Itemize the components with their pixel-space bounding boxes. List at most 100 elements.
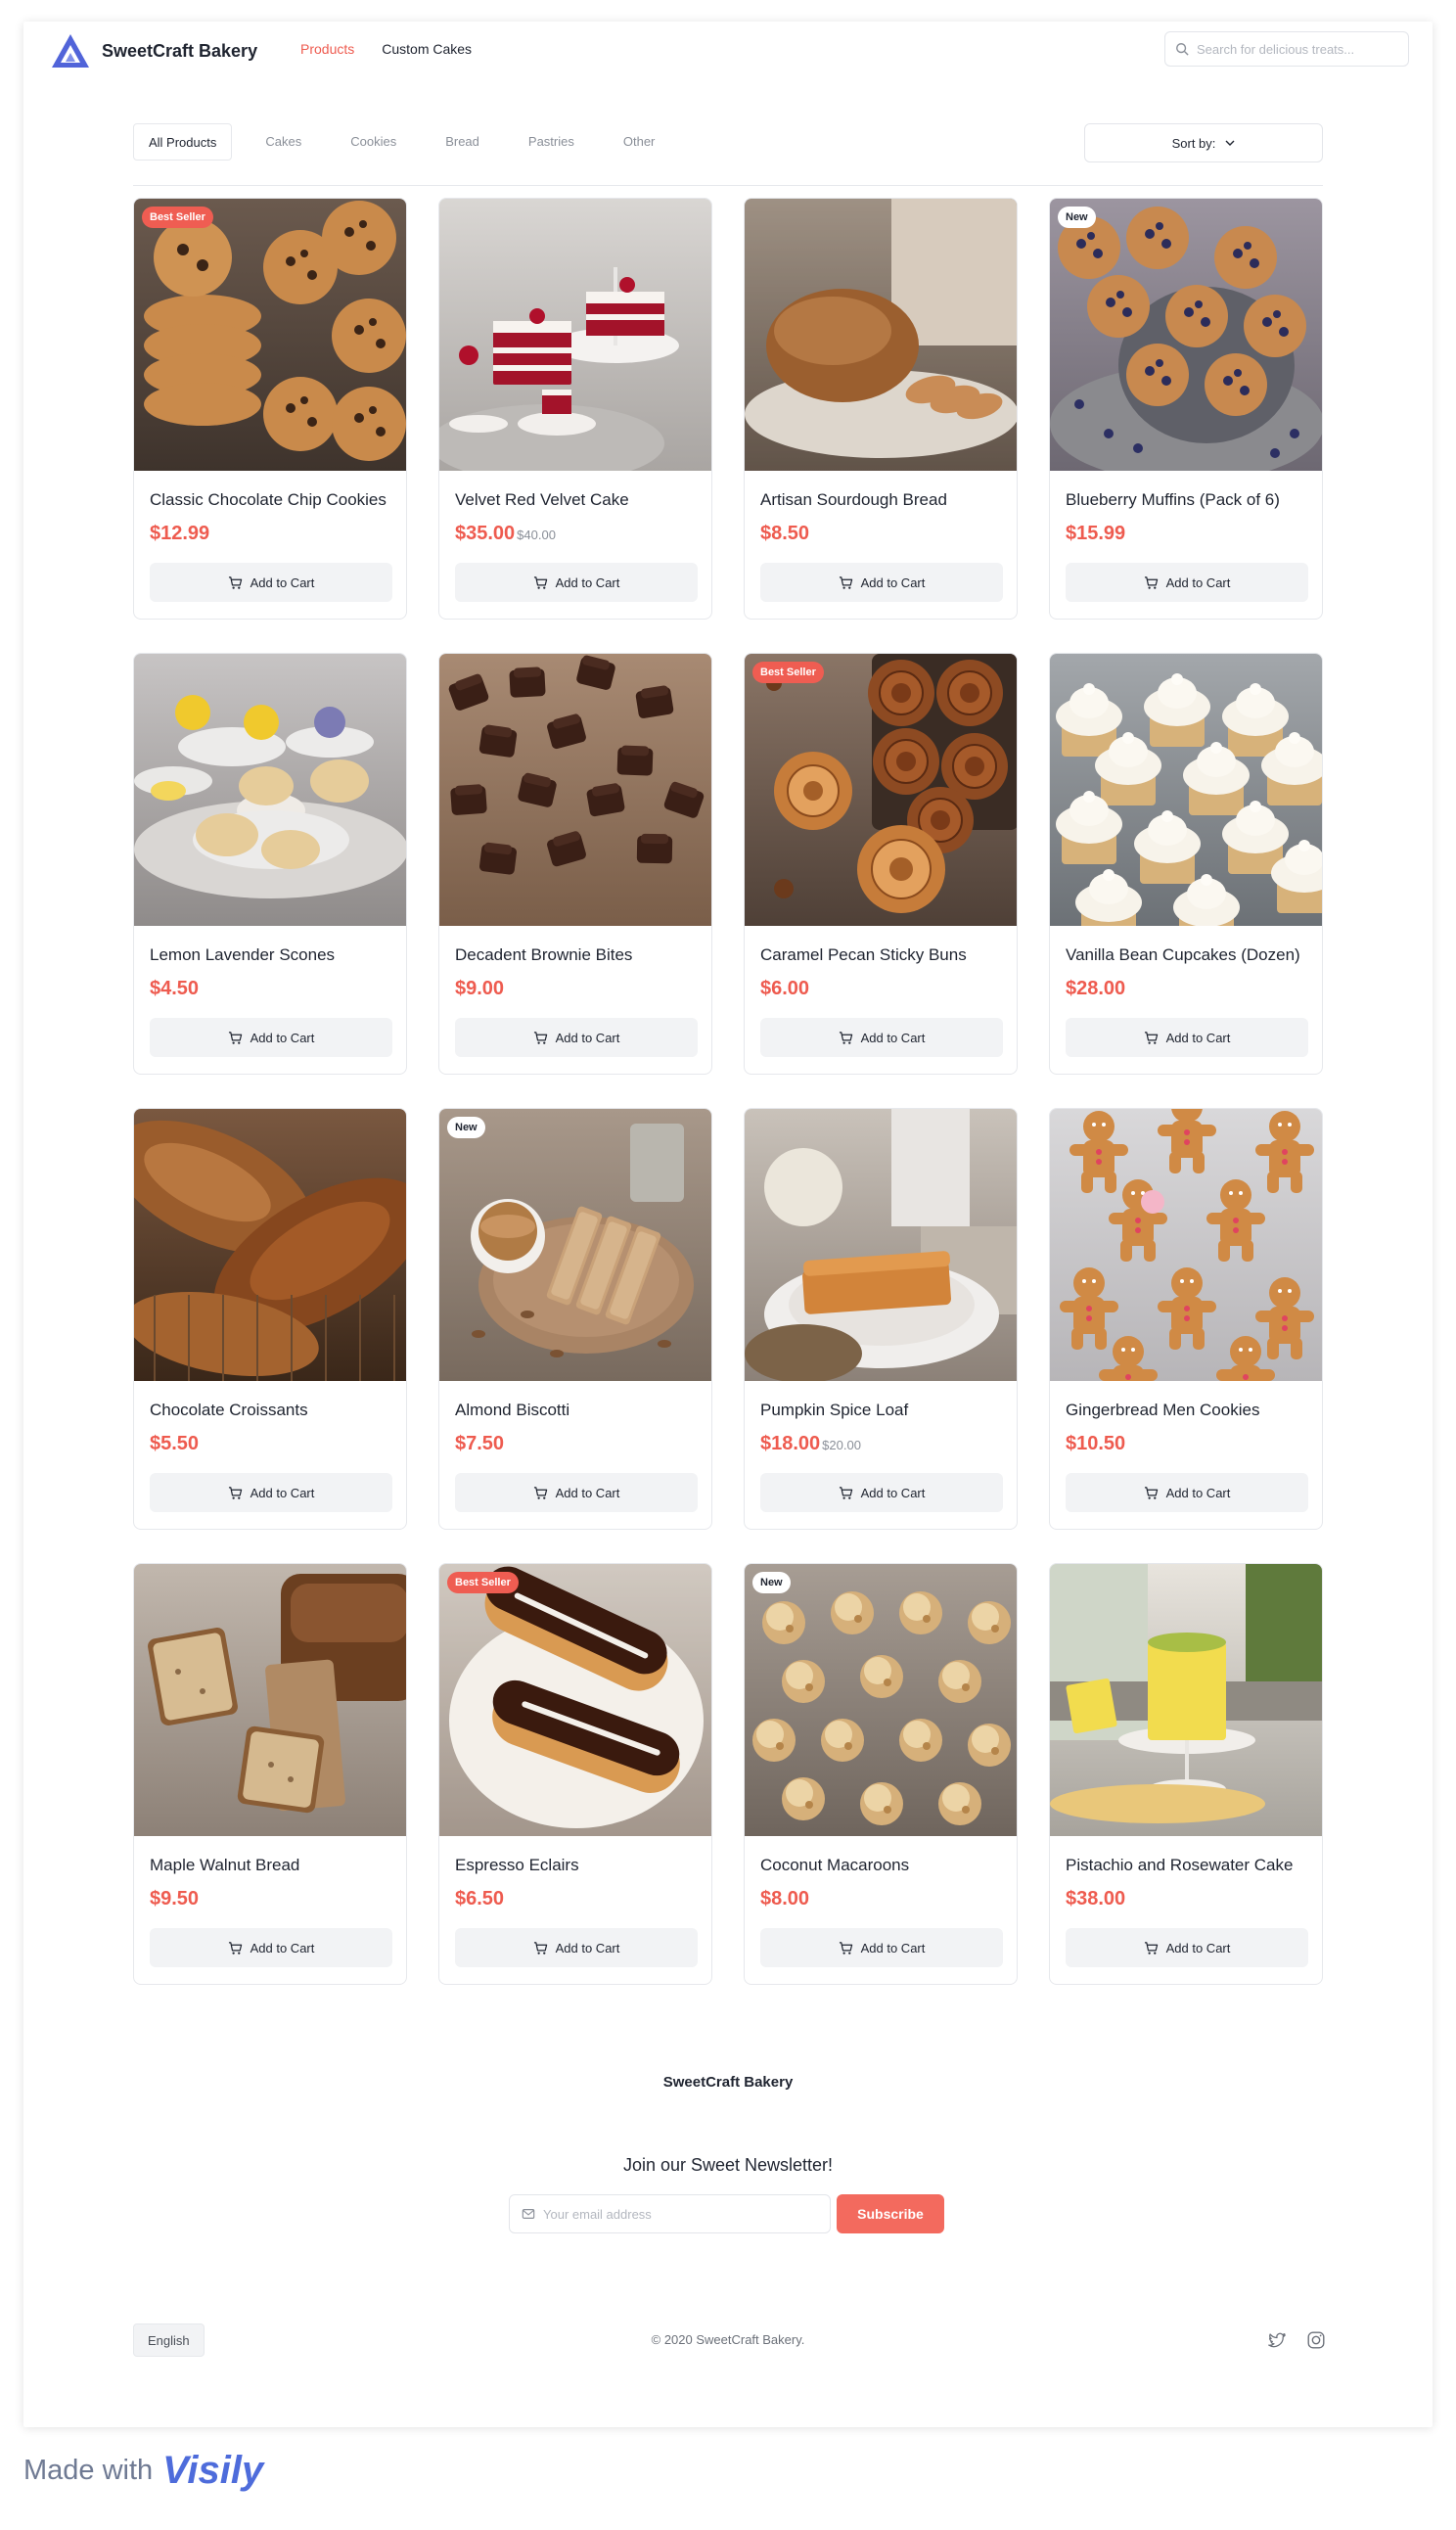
nav-products[interactable]: Products xyxy=(300,41,354,57)
product-card[interactable]: Pistachio and Rosewater Cake $38.00 Add to… xyxy=(1049,1563,1323,1985)
product-name[interactable]: Chocolate Croissants xyxy=(150,1401,392,1420)
nav-custom-cakes[interactable]: Custom Cakes xyxy=(382,41,472,57)
product-card[interactable]: New Coconut Macaroons $8.00 Add to Cart xyxy=(744,1563,1018,1985)
add-to-cart-button[interactable]: Add to Cart xyxy=(1066,1928,1308,1967)
product-name[interactable]: Espresso Eclairs xyxy=(455,1856,698,1875)
product-image[interactable] xyxy=(134,1564,406,1836)
add-to-cart-button[interactable]: Add to Cart xyxy=(150,1018,392,1057)
add-to-cart-button[interactable]: Add to Cart xyxy=(1066,563,1308,602)
cart-icon xyxy=(839,1941,852,1955)
product-image[interactable]: New xyxy=(745,1564,1017,1836)
add-to-cart-button[interactable]: Add to Cart xyxy=(760,1928,1003,1967)
biscotti-image xyxy=(439,1109,711,1381)
cart-icon xyxy=(533,575,547,589)
product-name[interactable]: Blueberry Muffins (Pack of 6) xyxy=(1066,490,1308,510)
search-box[interactable] xyxy=(1164,31,1409,67)
product-image[interactable] xyxy=(439,199,711,471)
add-to-cart-button[interactable]: Add to Cart xyxy=(760,1018,1003,1057)
product-name[interactable]: Decadent Brownie Bites xyxy=(455,945,698,965)
product-image[interactable] xyxy=(1050,654,1322,926)
tab-cakes[interactable]: Cakes xyxy=(250,123,317,161)
product-price: $5.50 xyxy=(150,1433,200,1454)
product-name[interactable]: Pistachio and Rosewater Cake xyxy=(1066,1856,1308,1875)
cart-icon xyxy=(228,1031,242,1044)
tab-cookies[interactable]: Cookies xyxy=(335,123,412,161)
product-card[interactable]: Maple Walnut Bread $9.50 Add to Cart xyxy=(133,1563,407,1985)
product-card[interactable]: Velvet Red Velvet Cake $35.00 $40.00 Add to… xyxy=(438,198,712,620)
email-input[interactable] xyxy=(543,2206,817,2222)
product-card[interactable]: Vanilla Bean Cupcakes (Dozen) $28.00 Add t… xyxy=(1049,653,1323,1075)
subscribe-button[interactable]: Subscribe xyxy=(837,2194,944,2233)
product-card[interactable]: Chocolate Croissants $5.50 Add to Cart xyxy=(133,1108,407,1530)
product-card[interactable]: Best Seller Caramel Pecan Sticky Buns $6.0… xyxy=(744,653,1018,1075)
price-row: $35.00 $40.00 xyxy=(455,523,556,545)
product-card[interactable]: New Almond Biscotti $7.50 Add to Cart xyxy=(438,1108,712,1530)
product-image[interactable] xyxy=(439,654,711,926)
product-price: $35.00 xyxy=(455,523,516,544)
product-image[interactable] xyxy=(745,199,1017,471)
product-name[interactable]: Classic Chocolate Chip Cookies xyxy=(150,490,392,510)
cart-icon xyxy=(1144,575,1158,589)
cart-icon xyxy=(839,1031,852,1044)
product-image[interactable] xyxy=(1050,1109,1322,1381)
product-image[interactable]: Best Seller xyxy=(745,654,1017,926)
product-card[interactable]: Pumpkin Spice Loaf $18.00 $20.00 Add to Car… xyxy=(744,1108,1018,1530)
add-to-cart-button[interactable]: Add to Cart xyxy=(1066,1473,1308,1512)
sort-dropdown[interactable]: Sort by: xyxy=(1084,123,1323,162)
search-input[interactable] xyxy=(1197,41,1392,57)
twitter-icon[interactable] xyxy=(1266,2329,1288,2351)
product-image[interactable]: New xyxy=(439,1109,711,1381)
product-name[interactable]: Gingerbread Men Cookies xyxy=(1066,1401,1308,1420)
product-name[interactable]: Artisan Sourdough Bread xyxy=(760,490,1003,510)
add-to-cart-button[interactable]: Add to Cart xyxy=(455,1018,698,1057)
price-row: $8.50 xyxy=(760,523,809,545)
add-to-cart-button[interactable]: Add to Cart xyxy=(455,563,698,602)
add-to-cart-label: Add to Cart xyxy=(860,575,926,590)
product-image[interactable] xyxy=(134,1109,406,1381)
walnut-bread-image xyxy=(134,1564,406,1836)
cart-icon xyxy=(1144,1941,1158,1955)
add-to-cart-button[interactable]: Add to Cart xyxy=(455,1473,698,1512)
product-name[interactable]: Maple Walnut Bread xyxy=(150,1856,392,1875)
add-to-cart-button[interactable]: Add to Cart xyxy=(760,563,1003,602)
tab-all-products[interactable]: All Products xyxy=(133,123,233,161)
product-card[interactable]: Best Seller Espresso Eclairs $6.50 Add to C… xyxy=(438,1563,712,1985)
add-to-cart-button[interactable]: Add to Cart xyxy=(150,563,392,602)
add-to-cart-button[interactable]: Add to Cart xyxy=(150,1473,392,1512)
product-name[interactable]: Almond Biscotti xyxy=(455,1401,698,1420)
add-to-cart-button[interactable]: Add to Cart xyxy=(455,1928,698,1967)
tab-bread[interactable]: Bread xyxy=(430,123,495,161)
product-card[interactable]: Lemon Lavender Scones $4.50 Add to Cart xyxy=(133,653,407,1075)
product-image[interactable] xyxy=(134,654,406,926)
product-name[interactable]: Velvet Red Velvet Cake xyxy=(455,490,698,510)
product-name[interactable]: Coconut Macaroons xyxy=(760,1856,1003,1875)
instagram-icon[interactable] xyxy=(1305,2329,1327,2351)
product-image[interactable]: New xyxy=(1050,199,1322,471)
croissants-image xyxy=(134,1109,406,1381)
price-row: $4.50 xyxy=(150,978,199,1000)
product-card[interactable]: New Blueberry Muffins (Pack of 6) $15.99 Ad… xyxy=(1049,198,1323,620)
product-card[interactable]: Decadent Brownie Bites $9.00 Add to Cart xyxy=(438,653,712,1075)
add-to-cart-button[interactable]: Add to Cart xyxy=(1066,1018,1308,1057)
product-image[interactable]: Best Seller xyxy=(134,199,406,471)
add-to-cart-button[interactable]: Add to Cart xyxy=(150,1928,392,1967)
product-image[interactable] xyxy=(745,1109,1017,1381)
product-image[interactable] xyxy=(1050,1564,1322,1836)
add-to-cart-button[interactable]: Add to Cart xyxy=(760,1473,1003,1512)
product-card[interactable]: Gingerbread Men Cookies $10.50 Add to Cart xyxy=(1049,1108,1323,1530)
tab-pastries[interactable]: Pastries xyxy=(513,123,590,161)
product-name[interactable]: Caramel Pecan Sticky Buns xyxy=(760,945,1003,965)
product-name[interactable]: Pumpkin Spice Loaf xyxy=(760,1401,1003,1420)
add-to-cart-label: Add to Cart xyxy=(1165,1940,1231,1955)
price-row: $6.00 xyxy=(760,978,809,1000)
product-name[interactable]: Lemon Lavender Scones xyxy=(150,945,392,965)
product-name[interactable]: Vanilla Bean Cupcakes (Dozen) xyxy=(1066,945,1308,965)
product-image[interactable]: Best Seller xyxy=(439,1564,711,1836)
email-field[interactable] xyxy=(509,2194,831,2233)
product-card[interactable]: Artisan Sourdough Bread $8.50 Add to Cart xyxy=(744,198,1018,620)
product-card[interactable]: Best Seller Classic Chocolate Chip Cookie… xyxy=(133,198,407,620)
tab-other[interactable]: Other xyxy=(608,123,671,161)
brand[interactable]: SweetCraft Bakery xyxy=(49,31,257,70)
add-to-cart-label: Add to Cart xyxy=(250,575,315,590)
made-with-visily[interactable]: Made with Visily xyxy=(23,2449,263,2493)
